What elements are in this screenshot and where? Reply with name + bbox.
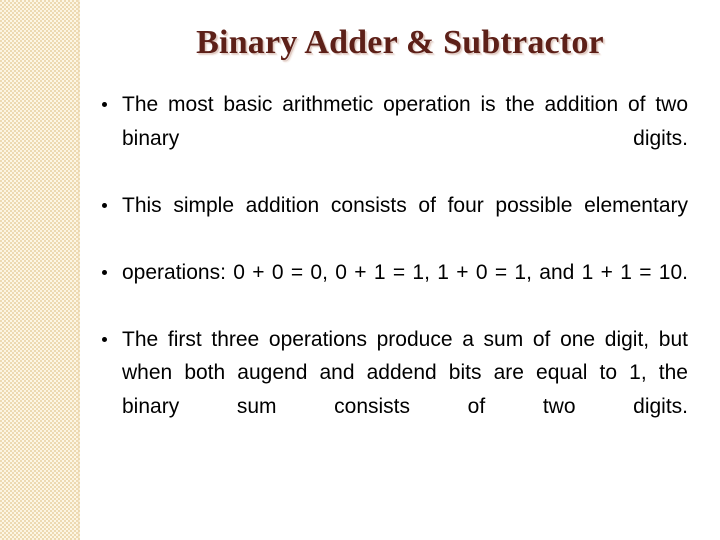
page-title: Binary Adder & Subtractor — [196, 24, 604, 61]
list-item-text: The most basic arithmetic operation is t… — [122, 93, 688, 150]
list-item: This simple addition consists of four po… — [98, 189, 688, 256]
side-band-edge — [78, 0, 80, 540]
bullet-dot-icon — [102, 102, 107, 107]
bullet-dot-icon — [102, 336, 107, 342]
list-item: The most basic arithmetic operation is t… — [98, 88, 688, 189]
title-area: Binary Adder & Subtractor — [80, 22, 720, 64]
bullet-list: The most basic arithmetic operation is t… — [98, 88, 688, 457]
list-item-text: The first three operations produce a sum… — [122, 327, 688, 418]
list-item: operations: 0 + 0 = 0, 0 + 1 = 1, 1 + 0 … — [98, 256, 688, 323]
list-item-text: operations: 0 + 0 = 0, 0 + 1 = 1, 1 + 0 … — [122, 260, 688, 284]
list-item-text: This simple addition consists of four po… — [122, 193, 688, 217]
decorative-side-band — [0, 0, 80, 540]
list-item: The first three operations produce a sum… — [98, 323, 688, 457]
bullet-dot-icon — [102, 202, 107, 208]
bullet-dot-icon — [102, 269, 107, 275]
body-content: The most basic arithmetic operation is t… — [98, 88, 688, 457]
slide: Binary Adder & Subtractor The most basic… — [0, 0, 720, 540]
